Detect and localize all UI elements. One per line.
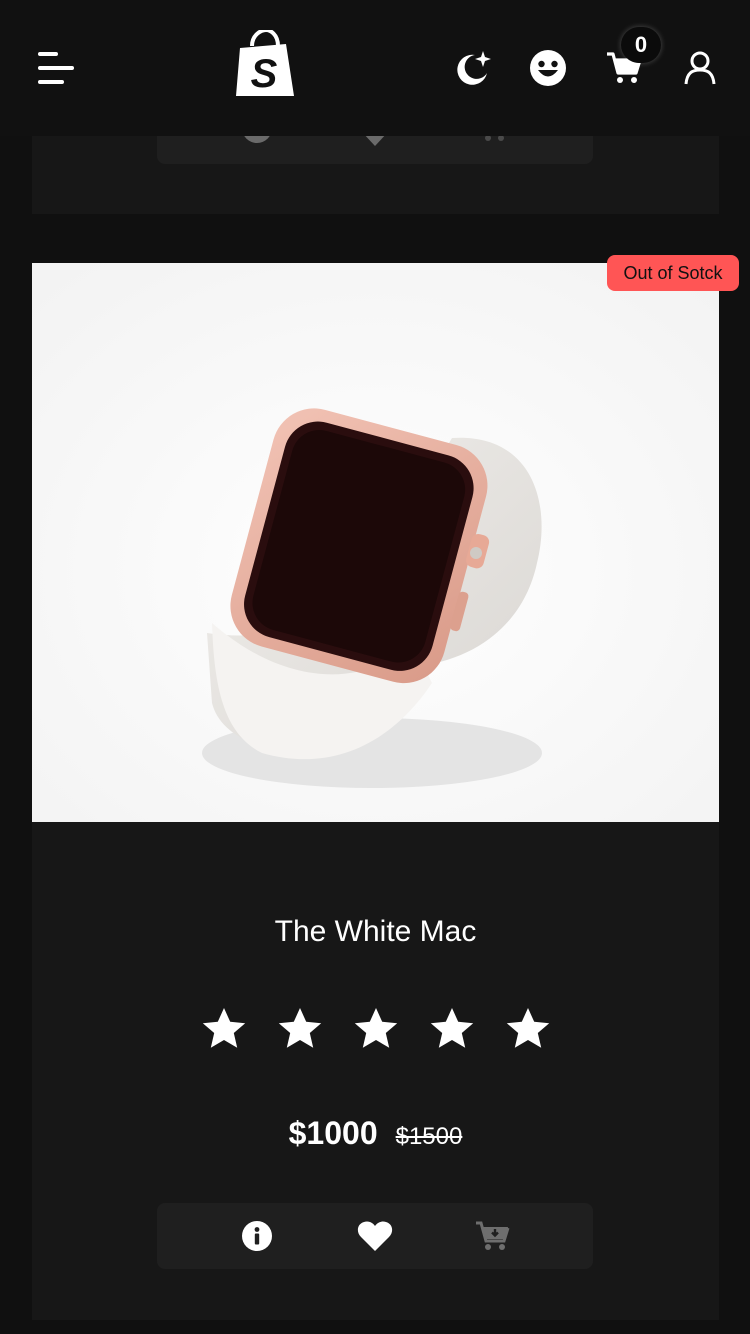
wishlist-button[interactable] [357,1218,393,1254]
star-icon [278,1008,321,1048]
info-icon [242,1221,272,1251]
emoji-button[interactable] [528,48,568,88]
page: S 0 Out of Sotck The White Mac $1000 $15… [0,0,750,1334]
out-of-stock-badge: Out of Sotck [607,255,739,291]
cart-count-badge: 0 [621,27,661,63]
star-icon [506,1008,549,1048]
svg-text:S: S [251,52,278,96]
price-row: $1000 $1500 [32,1115,719,1152]
account-button[interactable] [680,48,720,88]
dark-mode-toggle[interactable] [452,48,492,88]
heart-icon [357,1221,393,1251]
product-action-bar [157,1203,593,1269]
product-title[interactable]: The White Mac [32,915,719,949]
moon-icon [457,51,491,85]
add-to-cart-button[interactable] [475,1218,511,1254]
current-price: $1000 [288,1115,378,1151]
star-icon [430,1008,473,1048]
star-icon [202,1008,245,1048]
menu-button[interactable] [36,48,76,88]
add-to-cart-icon [476,1221,510,1250]
menu-icon-line [38,52,58,56]
rating-stars [32,1005,719,1053]
menu-icon-line [38,66,74,70]
user-icon [684,51,716,85]
shopify-logo[interactable]: S [234,27,296,98]
product-image[interactable] [32,263,719,822]
original-price: $1500 [395,1123,463,1150]
info-button[interactable] [239,1218,275,1254]
star-icon [354,1008,397,1048]
smiley-icon [530,50,566,86]
product-card: The White Mac $1000 $1500 [32,263,719,1320]
menu-icon-line [38,80,64,84]
top-app-bar: S 0 [0,0,750,136]
